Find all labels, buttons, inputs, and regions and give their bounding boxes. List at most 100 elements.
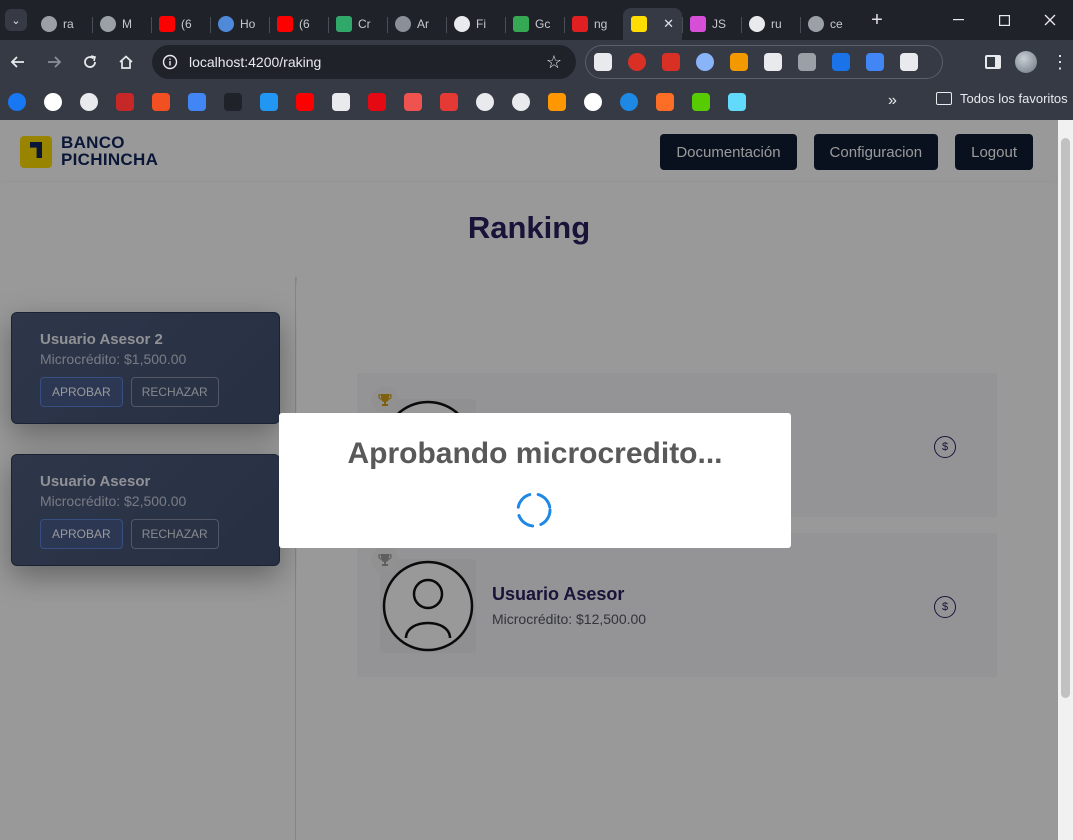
browser-tab[interactable]: Gc xyxy=(505,8,564,40)
maximize-button[interactable] xyxy=(981,0,1027,40)
browser-tab[interactable]: Cr xyxy=(328,8,387,40)
github-icon xyxy=(749,16,765,32)
tab-search-button[interactable]: ⌄ xyxy=(5,9,27,31)
bookmark-icon[interactable] xyxy=(332,93,350,111)
circle-icon xyxy=(395,16,411,32)
code-icon xyxy=(336,16,352,32)
bookmark-icon[interactable] xyxy=(8,93,26,111)
bookmark-icon[interactable] xyxy=(584,93,602,111)
bookmark-icon[interactable] xyxy=(404,93,422,111)
all-bookmarks-folder[interactable]: Todos los favoritos xyxy=(936,91,1068,106)
bookmark-icon[interactable] xyxy=(656,93,674,111)
bookmark-icon[interactable] xyxy=(368,93,386,111)
extension-icon[interactable] xyxy=(798,53,816,71)
browser-tab[interactable]: (6 xyxy=(269,8,328,40)
browser-tab[interactable]: Ho xyxy=(210,8,269,40)
page-scrollbar[interactable] xyxy=(1058,120,1073,840)
modal-title: Aprobando microcredito... xyxy=(347,437,723,470)
tab-label: M xyxy=(122,17,132,31)
chrome-icon xyxy=(41,16,57,32)
loading-modal: Aprobando microcredito... xyxy=(279,413,791,548)
close-tab-icon[interactable]: ✕ xyxy=(663,16,674,32)
chevron-down-icon: ⌄ xyxy=(11,14,21,27)
browser-tab[interactable]: ce xyxy=(800,8,859,40)
bookmark-icon[interactable] xyxy=(44,93,62,111)
js-icon xyxy=(690,16,706,32)
browser-tab[interactable]: M xyxy=(92,8,151,40)
bookmark-icon[interactable] xyxy=(548,93,566,111)
scrollbar-thumb[interactable] xyxy=(1061,138,1070,698)
close-window-button[interactable] xyxy=(1027,0,1073,40)
browser-tab[interactable]: JS xyxy=(682,8,741,40)
address-bar[interactable]: localhost:4200/raking ☆ xyxy=(152,45,576,79)
youtube-icon xyxy=(277,16,293,32)
bookmark-icon[interactable] xyxy=(80,93,98,111)
bookmark-icon[interactable] xyxy=(152,93,170,111)
side-panel-icon[interactable] xyxy=(985,55,1001,69)
youtube-icon xyxy=(159,16,175,32)
meet-icon xyxy=(513,16,529,32)
n-icon xyxy=(572,16,588,32)
bookmark-icon[interactable] xyxy=(260,93,278,111)
info-circle-icon xyxy=(162,54,178,70)
web-icon xyxy=(218,16,234,32)
close-icon xyxy=(1044,14,1056,26)
new-tab-button[interactable]: + xyxy=(863,6,891,34)
bookmark-icon[interactable] xyxy=(296,93,314,111)
profile-avatar[interactable] xyxy=(1015,51,1037,73)
minimize-button[interactable] xyxy=(935,0,981,40)
browser-tab[interactable]: Fi xyxy=(446,8,505,40)
bookmarks-bar: » Todos los favoritos xyxy=(0,84,1073,120)
extension-icon[interactable] xyxy=(866,53,884,71)
reload-icon xyxy=(84,55,96,68)
bookmark-icon[interactable] xyxy=(476,93,494,111)
home-icon xyxy=(119,55,133,69)
browser-tab[interactable]: ra xyxy=(33,8,92,40)
bookmarks-more-button[interactable]: » xyxy=(888,92,897,110)
bookmark-icon[interactable] xyxy=(728,93,746,111)
tab-label: ng xyxy=(594,17,608,31)
browser-tab[interactable]: Ar xyxy=(387,8,446,40)
more-menu-icon[interactable]: ⋮ xyxy=(1051,52,1069,73)
extension-icon[interactable] xyxy=(696,53,714,71)
bookmark-icon[interactable] xyxy=(116,93,134,111)
extension-icon[interactable] xyxy=(730,53,748,71)
back-button[interactable] xyxy=(0,44,36,80)
extension-icon[interactable] xyxy=(832,53,850,71)
bookmark-icon[interactable] xyxy=(620,93,638,111)
bookmark-icon[interactable] xyxy=(188,93,206,111)
extensions-area xyxy=(585,45,943,79)
url-text: localhost:4200/raking xyxy=(189,54,322,70)
reload-button[interactable] xyxy=(72,44,108,80)
tab-label: Gc xyxy=(535,17,551,31)
bookmark-icon[interactable] xyxy=(692,93,710,111)
tab-label: Cr xyxy=(358,17,371,31)
browser-toolbar: localhost:4200/raking ☆ ⋮ xyxy=(0,40,1073,84)
gear-icon xyxy=(100,16,116,32)
extension-icon[interactable] xyxy=(628,53,646,71)
bookmark-icon[interactable] xyxy=(512,93,530,111)
extension-icon[interactable] xyxy=(594,53,612,71)
site-info-icon[interactable] xyxy=(160,52,180,72)
browser-tab[interactable]: ru xyxy=(741,8,800,40)
browser-tab[interactable]: (6 xyxy=(151,8,210,40)
browser-tab[interactable]: ✕ xyxy=(623,8,682,40)
tab-label: Ar xyxy=(417,17,429,31)
extension-icon[interactable] xyxy=(900,53,918,71)
browser-tab[interactable]: ng xyxy=(564,8,623,40)
toolbar-right: ⋮ xyxy=(985,44,1069,80)
extension-icon[interactable] xyxy=(662,53,680,71)
bookmark-icon[interactable] xyxy=(440,93,458,111)
forward-button[interactable] xyxy=(36,44,72,80)
tab-label: (6 xyxy=(181,17,192,31)
home-button[interactable] xyxy=(108,44,144,80)
bookmark-star-icon[interactable]: ☆ xyxy=(546,52,562,73)
browser-tab-strip: ⌄ ra M (6 Ho (6 Cr Ar Fi Gc ng ✕ JS ru ce + xyxy=(0,0,1073,40)
tab-label: ra xyxy=(63,17,74,31)
minimize-icon xyxy=(952,19,964,21)
page-viewport: BANCO PICHINCHA Documentación Configurac… xyxy=(0,120,1073,840)
chrome-icon xyxy=(808,16,824,32)
bookmark-icon[interactable] xyxy=(224,93,242,111)
tab-label: ru xyxy=(771,17,782,31)
extension-icon[interactable] xyxy=(764,53,782,71)
